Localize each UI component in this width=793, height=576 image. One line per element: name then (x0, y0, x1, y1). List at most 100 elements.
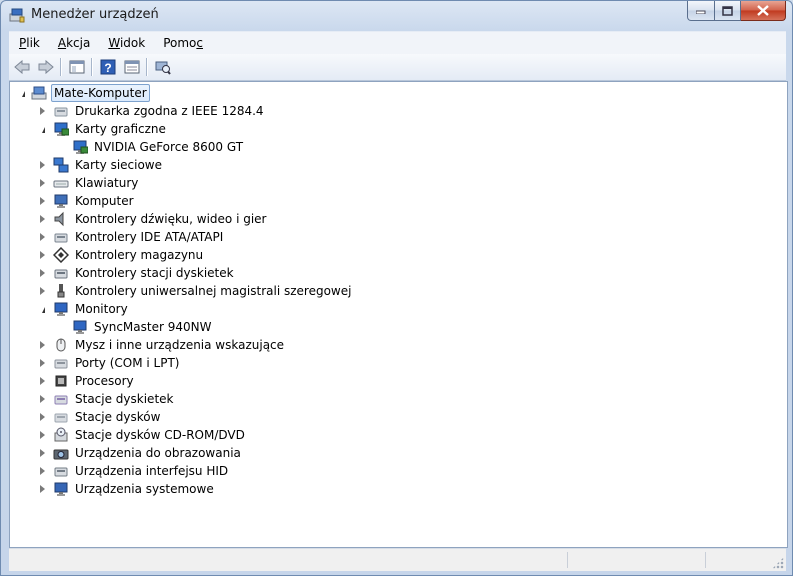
status-panel-divider (567, 552, 569, 568)
tree-item-port[interactable]: Porty (COM i LPT) (38, 354, 181, 372)
floppy-controller-icon (54, 269, 68, 279)
scan-hardware-icon (155, 61, 171, 75)
device-manager-icon (9, 8, 25, 23)
tree-item-mouse[interactable]: Mysz i inne urządzenia wskazujące (38, 336, 286, 354)
tree-item-keyboard[interactable]: Klawiatury (38, 174, 140, 192)
expand-arrow-icon[interactable] (38, 160, 47, 170)
properties-button[interactable] (121, 57, 143, 77)
tree-item-ide-controller[interactable]: Kontrolery IDE ATA/ATAPI (38, 228, 225, 246)
tree-item-label: Kontrolery magazynu (75, 248, 204, 262)
storage-controller-icon (53, 247, 69, 263)
forward-icon (38, 59, 54, 75)
expand-arrow-icon[interactable] (38, 268, 47, 278)
close-icon (757, 5, 769, 16)
back-icon (14, 59, 30, 75)
tree-item-speaker[interactable]: Kontrolery dźwięku, wideo i gier (38, 210, 268, 228)
network-adapter-icon (53, 157, 69, 173)
show-hide-tree-button[interactable] (66, 57, 88, 77)
expand-arrow-icon[interactable] (38, 106, 47, 116)
resize-grip[interactable] (772, 557, 784, 569)
toolbar-separator (91, 58, 92, 76)
scan-hardware-button[interactable] (152, 57, 174, 77)
processor-icon (55, 375, 67, 387)
hid-icon (54, 467, 68, 477)
menu-widok[interactable]: Widok (98, 36, 153, 50)
camera-icon (53, 449, 69, 460)
tree-item-network-adapter[interactable]: Karty sieciowe (38, 156, 164, 174)
tree-item-floppy-drive[interactable]: Stacje dyskietek (38, 390, 175, 408)
expand-arrow-icon[interactable] (38, 178, 47, 188)
menu-plik[interactable]: Plik (9, 36, 48, 50)
tree-item-monitor[interactable]: Monitory (38, 300, 130, 318)
expand-arrow-icon[interactable] (38, 340, 47, 350)
computer-icon (54, 194, 68, 208)
help-button[interactable]: ? (97, 57, 119, 77)
toolbar-separator (146, 58, 147, 76)
tree-item-usb-controller[interactable]: Kontrolery uniwersalnej magistrali szere… (38, 282, 353, 300)
floppy-drive-icon (54, 395, 68, 405)
expand-arrow-icon[interactable] (38, 376, 47, 386)
title-bar[interactable]: Menedżer urządzeń (1, 1, 792, 29)
speaker-icon (54, 211, 64, 227)
tree-item-label: Kontrolery uniwersalnej magistrali szere… (75, 284, 352, 298)
printer-port-icon (54, 107, 68, 117)
svg-text:?: ? (104, 61, 111, 75)
tree-item-cdrom[interactable]: Stacje dysków CD-ROM/DVD (38, 426, 247, 444)
close-button[interactable] (741, 1, 786, 21)
expand-arrow-icon[interactable] (38, 358, 47, 368)
help-icon: ? (100, 59, 116, 75)
device-tree[interactable]: Mate-Komputer Drukarka zgodna z IEEE 128… (9, 81, 788, 548)
usb-controller-icon (57, 284, 65, 298)
maximize-button[interactable] (715, 1, 741, 21)
tree-child-item[interactable]: SyncMaster 940NW (72, 318, 213, 336)
display-adapter-icon (73, 140, 88, 154)
expand-arrow-icon[interactable] (38, 412, 47, 422)
minimize-button[interactable] (687, 1, 715, 21)
disk-drive-icon (54, 413, 68, 423)
tree-item-label: Stacje dysków CD-ROM/DVD (75, 428, 245, 442)
tree-item-hid[interactable]: Urządzenia interfejsu HID (38, 462, 230, 480)
tree-item-camera[interactable]: Urządzenia do obrazowania (38, 444, 243, 462)
minimize-icon (696, 10, 706, 14)
expand-arrow-icon[interactable] (38, 448, 47, 458)
tree-item-label: Stacje dyskietek (75, 392, 174, 406)
tree-item-label: Karty sieciowe (75, 158, 163, 172)
tree-item-storage-controller[interactable]: Kontrolery magazynu (38, 246, 205, 264)
collapse-arrow-icon[interactable] (18, 89, 27, 98)
expand-arrow-icon[interactable] (38, 466, 47, 476)
tree-root-label: Mate-Komputer (51, 84, 150, 102)
expand-arrow-icon[interactable] (38, 484, 47, 494)
expand-arrow-icon[interactable] (38, 430, 47, 440)
tree-root[interactable]: Mate-Komputer (18, 84, 150, 102)
tree-item-label: Komputer (75, 194, 134, 208)
forward-button[interactable] (35, 57, 57, 77)
window-title: Menedżer urządzeń (31, 7, 159, 22)
tree-item-processor[interactable]: Procesory (38, 372, 136, 390)
system-device-icon (54, 482, 68, 496)
collapse-arrow-icon[interactable] (38, 305, 47, 314)
menu-pomoc[interactable]: Pomoc (153, 36, 211, 50)
tree-item-label: Urządzenia systemowe (75, 482, 214, 496)
expand-arrow-icon[interactable] (38, 286, 47, 296)
computer-icon (31, 86, 47, 100)
tree-item-floppy-controller[interactable]: Kontrolery stacji dyskietek (38, 264, 236, 282)
tree-item-disk-drive[interactable]: Stacje dysków (38, 408, 162, 426)
tree-item-printer-port[interactable]: Drukarka zgodna z IEEE 1284.4 (38, 102, 266, 120)
tree-child-label: NVIDIA GeForce 8600 GT (94, 140, 244, 154)
keyboard-icon (53, 180, 69, 188)
back-button[interactable] (11, 57, 33, 77)
menu-akcja[interactable]: Akcja (48, 36, 98, 50)
expand-arrow-icon[interactable] (38, 196, 47, 206)
expand-arrow-icon[interactable] (38, 250, 47, 260)
tree-child-item[interactable]: NVIDIA GeForce 8600 GT (72, 138, 245, 156)
tree-item-label: Porty (COM i LPT) (75, 356, 180, 370)
tree-item-computer[interactable]: Komputer (38, 192, 136, 210)
collapse-arrow-icon[interactable] (38, 125, 47, 134)
expand-arrow-icon[interactable] (38, 232, 47, 242)
status-panel-divider (705, 552, 707, 568)
tree-item-display-adapter[interactable]: Karty graficzne (38, 120, 168, 138)
tree-item-label: Karty graficzne (75, 122, 166, 136)
tree-item-system-device[interactable]: Urządzenia systemowe (38, 480, 216, 498)
expand-arrow-icon[interactable] (38, 214, 47, 224)
expand-arrow-icon[interactable] (38, 394, 47, 404)
